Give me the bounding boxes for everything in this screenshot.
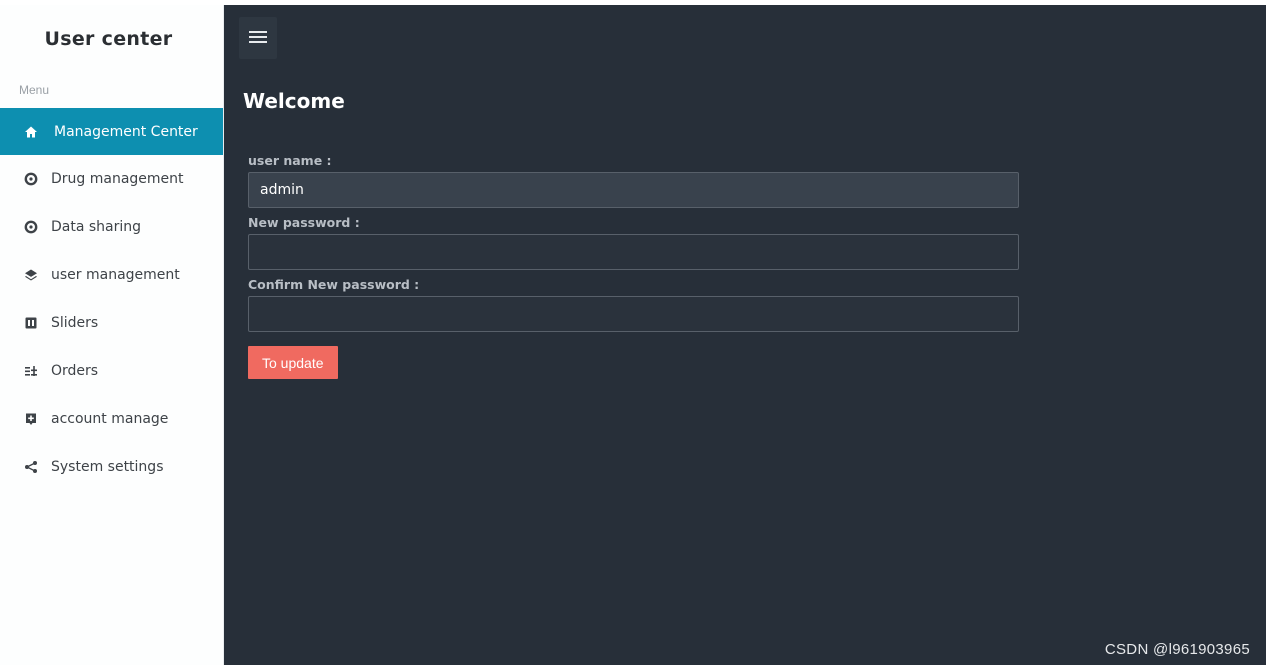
watermark: CSDN @l961903965 [1104, 641, 1250, 658]
sidebar-item-data-sharing[interactable]: Data sharing [0, 203, 223, 251]
confirm-password-label: Confirm New password : [248, 277, 420, 292]
username-label: user name : [248, 153, 332, 168]
page-title: Welcome [243, 89, 345, 113]
sidebar-item-label: Management Center [54, 123, 198, 140]
sidebar-item-user-management[interactable]: user management [0, 251, 223, 299]
circle-dot-icon [23, 171, 39, 187]
new-password-field[interactable] [248, 234, 1019, 270]
main-content: Welcome user name : New password : Confi… [224, 5, 1266, 665]
share-icon [23, 459, 39, 475]
brand-title: User center [44, 28, 173, 50]
sidebar-item-label: account manage [51, 411, 169, 427]
confirm-password-field[interactable] [248, 296, 1019, 332]
add-box-icon [23, 411, 39, 427]
orders-icon [23, 363, 39, 379]
sidebar-item-management-center[interactable]: Management Center [0, 108, 223, 155]
new-password-label: New password : [248, 215, 360, 230]
sidebar-item-label: Drug management [51, 171, 184, 187]
update-button[interactable]: To update [248, 346, 338, 379]
slider-box-icon [23, 315, 39, 331]
hamburger-icon [249, 29, 267, 48]
sidebar-item-drug-management[interactable]: Drug management [0, 155, 223, 203]
password-form: user name : New password : Confirm New p… [248, 153, 1019, 379]
circle-dot-icon [23, 219, 39, 235]
sidebar: User center Menu Management Center Drug … [0, 5, 224, 665]
sidebar-nav: Management Center Drug management Data s… [0, 108, 223, 491]
menu-caption: Menu [19, 83, 50, 97]
sidebar-item-label: user management [51, 267, 180, 283]
sidebar-item-sliders[interactable]: Sliders [0, 299, 223, 347]
username-field[interactable] [248, 172, 1019, 208]
sidebar-item-account-manage[interactable]: account manage [0, 395, 223, 443]
home-icon [23, 124, 39, 140]
menu-toggle-button[interactable] [239, 17, 277, 59]
layers-icon [23, 267, 39, 283]
sidebar-item-orders[interactable]: Orders [0, 347, 223, 395]
sidebar-item-system-settings[interactable]: System settings [0, 443, 223, 491]
sidebar-item-label: Sliders [51, 315, 99, 331]
sidebar-item-label: Orders [51, 363, 99, 379]
sidebar-item-label: Data sharing [51, 219, 142, 235]
app-window: User center Menu Management Center Drug … [0, 5, 1266, 665]
sidebar-item-label: System settings [51, 459, 164, 475]
